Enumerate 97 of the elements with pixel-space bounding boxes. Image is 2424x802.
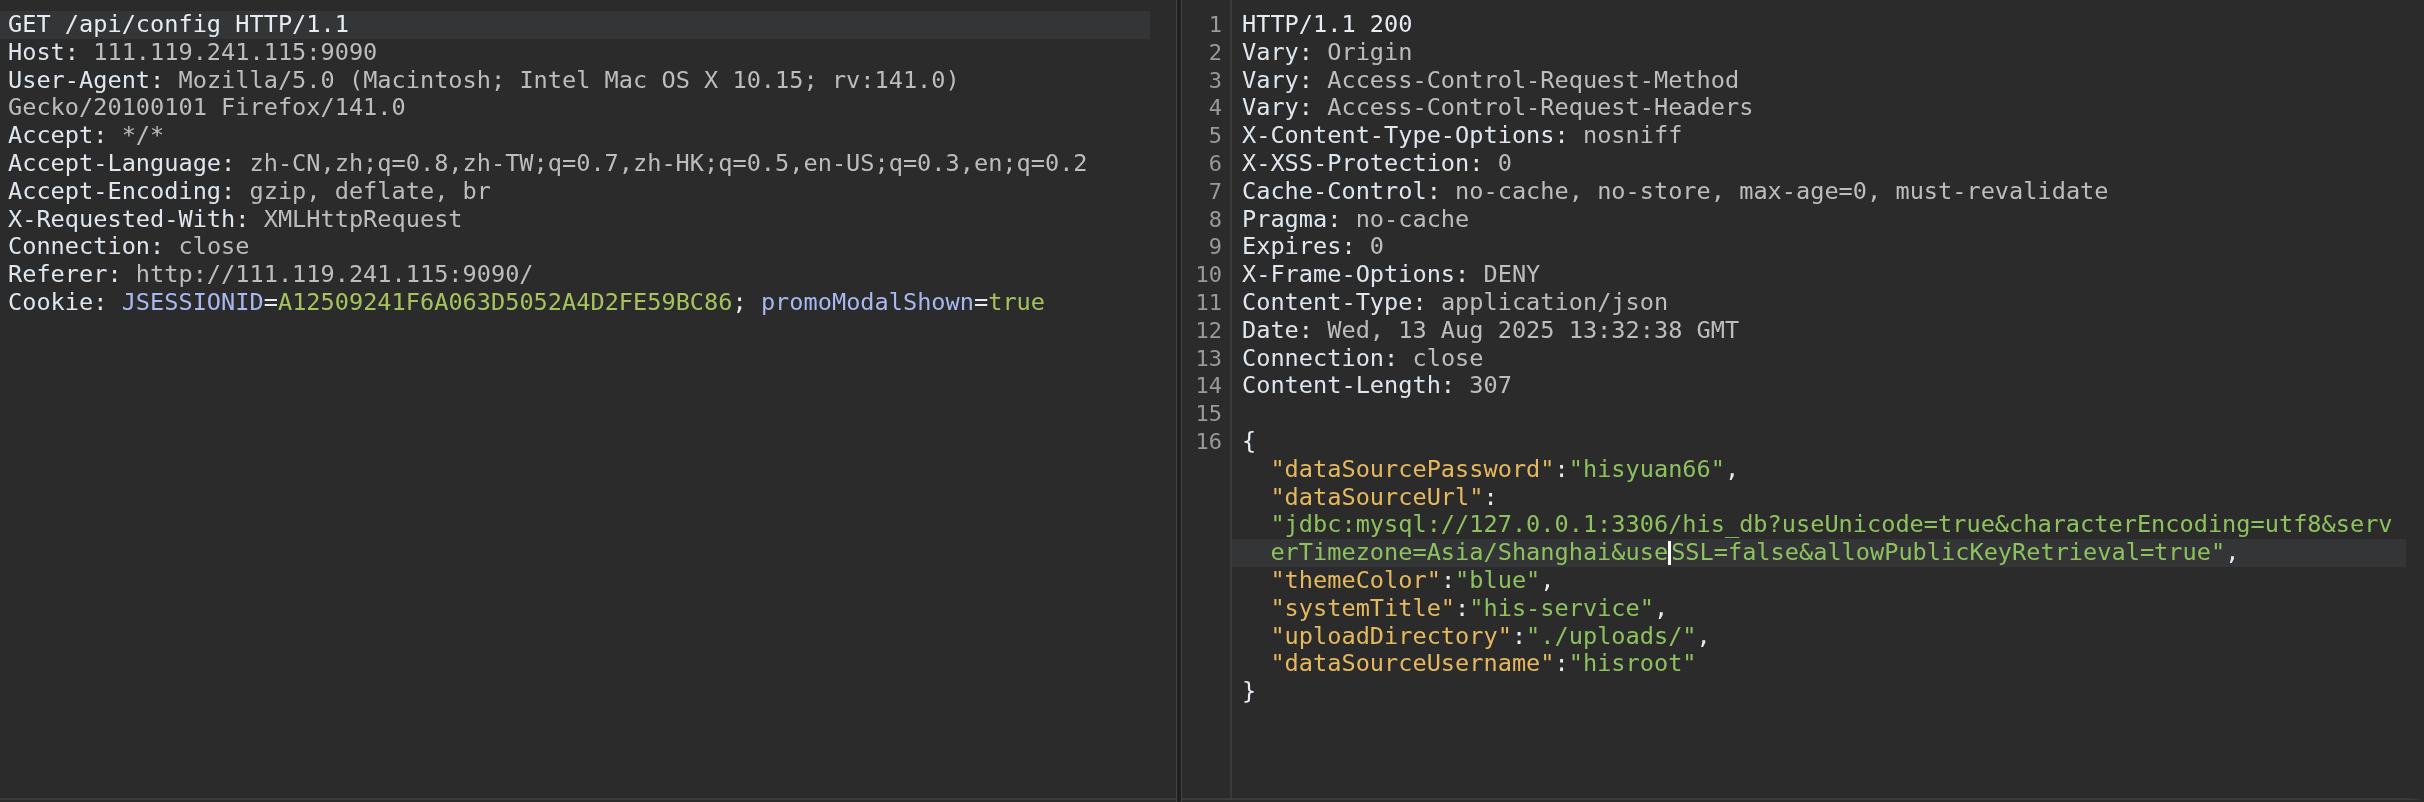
header-value: Gecko/20100101 Firefox/141.0 bbox=[8, 94, 406, 123]
cookie-name: promoModalShown bbox=[759, 288, 974, 317]
json-string: SSL=false&allowPublicKeyRetrieval=true" bbox=[1671, 539, 2226, 567]
header-name: Accept-Encoding: bbox=[8, 177, 236, 206]
header-value: XMLHttpRequest bbox=[262, 205, 463, 234]
code-text: : bbox=[1554, 455, 1569, 484]
code-text: , bbox=[1653, 594, 1669, 623]
code-text: , bbox=[1696, 622, 1711, 651]
json-key: "uploadDirectory" bbox=[1242, 622, 1512, 651]
header-name: Vary: bbox=[1242, 66, 1314, 95]
line-number: 8 bbox=[1208, 205, 1222, 234]
cookie-name: JSESSIONID bbox=[120, 288, 264, 317]
header-name: X-Content-Type-Options: bbox=[1242, 122, 1569, 150]
code-text: : bbox=[1483, 483, 1498, 512]
code-text: : bbox=[1455, 594, 1470, 623]
header-value: Access-Control-Request-Headers bbox=[1326, 94, 1754, 123]
line-number: 9 bbox=[1208, 233, 1222, 262]
json-string: "jdbc:mysql://127.0.0.1:3306/his_db?useUnicode=true&characterEncoding=utf8&serv bbox=[1269, 511, 2393, 540]
line-number: 13 bbox=[1195, 344, 1222, 373]
line-number: 5 bbox=[1208, 122, 1222, 150]
header-name: Date: bbox=[1242, 316, 1314, 345]
header-name: Vary: bbox=[1242, 94, 1314, 123]
code-text: = bbox=[263, 288, 278, 317]
header-value: close bbox=[1411, 344, 1484, 373]
json-string: "./uploads/" bbox=[1526, 622, 1697, 651]
code-text: , bbox=[1725, 455, 1740, 484]
header-name: Accept-Language: bbox=[8, 150, 236, 178]
text-cursor bbox=[1668, 541, 1672, 566]
header-value: nosniff bbox=[1581, 122, 1683, 150]
line-number: 10 bbox=[1195, 261, 1222, 289]
json-string: "hisyuan66" bbox=[1568, 455, 1725, 484]
line-number: 3 bbox=[1208, 66, 1222, 95]
header-value: gzip, deflate, br bbox=[248, 177, 491, 206]
header-value: http://111.119.241.115:9090/ bbox=[134, 261, 534, 289]
line-number: 4 bbox=[1208, 94, 1222, 123]
header-value: no-cache, no-store, max-age=0, must-revalidate bbox=[1454, 177, 2109, 206]
line-number: 2 bbox=[1208, 38, 1222, 67]
line-number: 1 bbox=[1208, 11, 1222, 39]
code-text: : bbox=[1554, 650, 1569, 679]
header-value: 111.119.241.115:9090 bbox=[92, 38, 378, 67]
header-name: X-Frame-Options: bbox=[1242, 261, 1470, 289]
line-number: 15 bbox=[1195, 400, 1222, 428]
code-text: ; bbox=[732, 288, 747, 317]
json-key: "dataSourceUsername" bbox=[1242, 650, 1555, 679]
header-value: 307 bbox=[1468, 372, 1512, 401]
json-string: erTimezone=Asia/Shanghai&use bbox=[1269, 539, 1669, 567]
header-name: Content-Type: bbox=[1242, 288, 1427, 317]
header-value: Origin bbox=[1326, 38, 1413, 67]
line-number: 12 bbox=[1195, 316, 1222, 345]
header-name: Vary: bbox=[1242, 38, 1314, 67]
cookie-value: A12509241F6A063D5052A4D2FE59BC86 bbox=[277, 288, 733, 317]
header-name: Pragma: bbox=[1242, 205, 1342, 234]
code-text: , bbox=[2225, 539, 2240, 567]
header-value: no-cache bbox=[1354, 205, 1470, 234]
code-text: HTTP/1.1 200 bbox=[1242, 11, 1413, 39]
header-value: */* bbox=[120, 122, 165, 150]
header-value: 0 bbox=[1368, 233, 1385, 262]
header-name: Connection: bbox=[1242, 344, 1399, 373]
code-text: , bbox=[1540, 566, 1555, 595]
json-string: "his-service" bbox=[1469, 594, 1654, 623]
header-name: Accept: bbox=[8, 122, 108, 150]
header-name: Content-Length: bbox=[1242, 372, 1456, 401]
header-value: DENY bbox=[1482, 261, 1541, 289]
code-text: { bbox=[1242, 427, 1257, 456]
header-name: Cookie: bbox=[8, 288, 108, 317]
json-key: "themeColor" bbox=[1242, 566, 1441, 595]
header-value: Mozilla/5.0 (Macintosh; Intel Mac OS X 10.15; rv:141.0) bbox=[177, 66, 960, 95]
code-text: GET /api/config HTTP/1.1 bbox=[8, 11, 349, 39]
json-string: "hisroot" bbox=[1568, 650, 1697, 679]
code-text: : bbox=[1511, 622, 1527, 651]
json-key: "dataSourceUrl" bbox=[1242, 483, 1484, 512]
header-value: zh-CN,zh;q=0.8,zh-TW;q=0.7,zh-HK;q=0.5,en-US;q=0.3,en;q=0.2 bbox=[248, 150, 1088, 178]
json-key: "dataSourcePassword" bbox=[1242, 455, 1555, 484]
json-key: "systemTitle" bbox=[1242, 594, 1456, 623]
header-name: X-Requested-With: bbox=[8, 205, 250, 234]
line-number: 14 bbox=[1195, 372, 1222, 401]
header-name: Cache-Control: bbox=[1242, 177, 1441, 206]
cookie-value: true bbox=[988, 288, 1046, 317]
header-name: X-XSS-Protection: bbox=[1242, 150, 1484, 178]
code-text: = bbox=[974, 288, 989, 317]
header-name: Expires: bbox=[1242, 233, 1356, 262]
header-value: Wed, 13 Aug 2025 13:32:38 GMT bbox=[1326, 316, 1740, 345]
json-string: "blue" bbox=[1455, 566, 1541, 595]
header-name: Referer: bbox=[8, 261, 122, 289]
line-number: 6 bbox=[1208, 150, 1222, 178]
line-number: 11 bbox=[1195, 288, 1222, 317]
line-number: 7 bbox=[1208, 177, 1222, 206]
header-value: Access-Control-Request-Method bbox=[1326, 66, 1740, 95]
code-text: } bbox=[1242, 678, 1257, 706]
header-value: close bbox=[177, 233, 250, 262]
header-value: application/json bbox=[1439, 288, 1669, 317]
line-number: 16 bbox=[1195, 427, 1222, 456]
code-text: : bbox=[1440, 566, 1456, 595]
header-name: Connection: bbox=[8, 233, 165, 262]
header-name: Host: bbox=[8, 38, 80, 67]
header-name: User-Agent: bbox=[8, 66, 165, 95]
header-value: 0 bbox=[1496, 150, 1512, 178]
